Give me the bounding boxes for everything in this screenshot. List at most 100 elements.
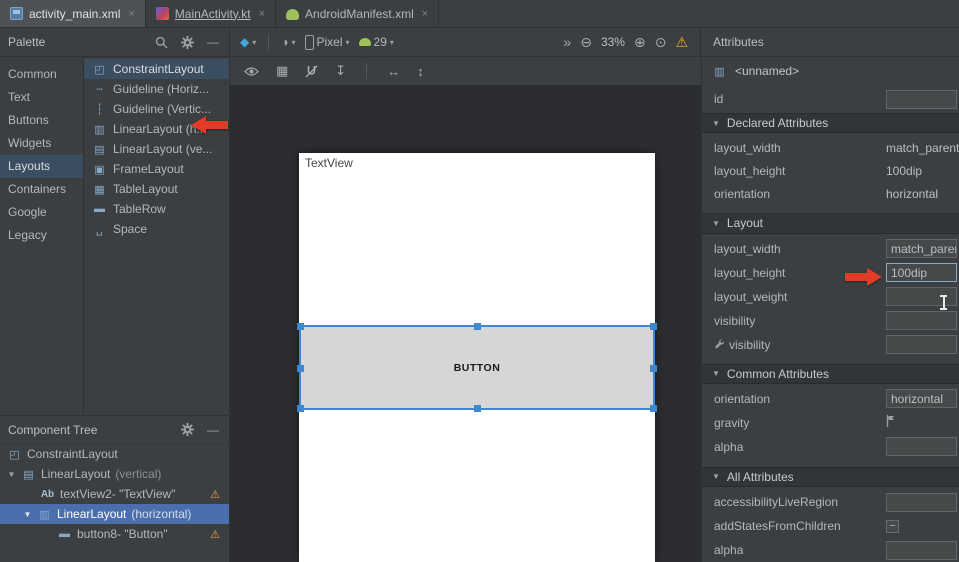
expand-arrow-icon[interactable]: ▼: [23, 510, 32, 519]
minimize-icon[interactable]: —: [207, 35, 219, 49]
selection-handle[interactable]: [474, 405, 481, 412]
device-canvas[interactable]: TextView BUTTON: [299, 153, 655, 562]
selected-linearlayout-widget[interactable]: BUTTON: [299, 325, 655, 410]
visibility-combo[interactable]: [886, 311, 957, 330]
close-tab-icon[interactable]: ×: [422, 8, 428, 20]
palette-category-common[interactable]: Common: [0, 63, 83, 86]
tools-visibility-combo[interactable]: [886, 335, 957, 354]
button-widget[interactable]: BUTTON: [454, 362, 501, 374]
alpha-input[interactable]: [886, 437, 957, 456]
attribute-value[interactable]: match_parent: [886, 141, 959, 155]
section-common-attributes[interactable]: ▼ Common Attributes: [702, 364, 959, 384]
chevron-down-icon: ▾: [292, 38, 296, 47]
palette-item-space[interactable]: ␣ Space: [84, 219, 229, 239]
guideline-horizontal-icon: ┄: [92, 83, 107, 96]
tree-item-constraintlayout[interactable]: ◰ ConstraintLayout: [0, 444, 229, 464]
id-input[interactable]: [886, 90, 957, 109]
warning-icon[interactable]: ⚠: [210, 488, 220, 501]
default-margins-icon[interactable]: ↧: [335, 63, 346, 79]
component-tree-title: Component Tree: [8, 423, 97, 437]
attribute-value[interactable]: horizontal: [886, 187, 938, 201]
palette-category-text[interactable]: Text: [0, 86, 83, 109]
warnings-icon[interactable]: ⚠: [675, 34, 688, 51]
selection-handle[interactable]: [650, 365, 657, 372]
tab-mainactivity-kt[interactable]: MainActivity.kt ×: [146, 0, 276, 27]
blueprint-mode-icon[interactable]: ▦: [276, 63, 288, 79]
selection-handle[interactable]: [650, 405, 657, 412]
add-states-from-children-checkbox[interactable]: –: [886, 520, 899, 533]
device-selector[interactable]: Pixel ▾: [305, 35, 350, 50]
minimize-icon[interactable]: —: [207, 423, 219, 437]
close-tab-icon[interactable]: ×: [128, 8, 134, 20]
main-area: Common Text Buttons Widgets Layouts Cont…: [0, 57, 959, 562]
expand-vertical-icon[interactable]: ↕: [417, 64, 424, 79]
tree-item-linearlayout-horizontal[interactable]: ▼ ▥ LinearLayout(horizontal): [0, 504, 229, 524]
selection-handle[interactable]: [474, 323, 481, 330]
search-icon[interactable]: [155, 36, 168, 49]
tab-activity-main-xml[interactable]: activity_main.xml ×: [0, 0, 146, 27]
attribute-name: visibility: [714, 338, 886, 352]
palette-item-tablelayout[interactable]: ▦ TableLayout: [84, 179, 229, 199]
flag-icon[interactable]: [886, 415, 895, 430]
align-horizontal-icon[interactable]: ↔: [387, 64, 400, 79]
palette-item-tablerow[interactable]: ▬ TableRow: [84, 199, 229, 219]
warning-icon[interactable]: ⚠: [210, 528, 220, 541]
expand-arrow-icon[interactable]: ▼: [7, 470, 16, 479]
palette-item-label: Space: [113, 222, 147, 236]
attribute-row: alpha: [702, 538, 959, 562]
palette-item-constraintlayout[interactable]: ◰ ConstraintLayout: [84, 59, 229, 79]
tree-item-linearlayout-vertical[interactable]: ▼ ▤ LinearLayout(vertical): [0, 464, 229, 484]
tree-item-textview2[interactable]: Ab textView2- "TextView" ⚠: [0, 484, 229, 504]
attribute-name: layout_height: [714, 164, 886, 178]
tree-item-button8[interactable]: ▬ button8- "Button" ⚠: [0, 524, 229, 544]
palette-category-widgets[interactable]: Widgets: [0, 132, 83, 155]
attributes-title: Attributes: [713, 35, 764, 49]
zoom-in-icon[interactable]: ⊕: [634, 34, 646, 51]
attribute-name: alpha: [714, 440, 886, 454]
palette-category-containers[interactable]: Containers: [0, 178, 83, 201]
palette-item-guideline-horizontal[interactable]: ┄ Guideline (Horiz...: [84, 79, 229, 99]
close-tab-icon[interactable]: ×: [259, 8, 265, 20]
header-row: Palette — ◆ ▾ ◑ ▾ Pixel ▾: [0, 28, 959, 57]
section-all-attributes[interactable]: ▼ All Attributes: [702, 467, 959, 487]
palette-item-linearlayout-vertical[interactable]: ▤ LinearLayout (ve...: [84, 139, 229, 159]
selection-handle[interactable]: [650, 323, 657, 330]
palette-item-label: ConstraintLayout: [113, 62, 204, 76]
accessibility-live-region-combo[interactable]: [886, 493, 957, 512]
common-attributes-group: orientation horizontal gravity alpha: [702, 384, 959, 459]
selected-component-row: ▥ <unnamed>: [702, 57, 959, 85]
alpha-input[interactable]: [886, 541, 957, 560]
palette-category-legacy[interactable]: Legacy: [0, 224, 83, 247]
view-options-icon[interactable]: [244, 66, 259, 77]
layout-width-combo[interactable]: match_parent: [886, 239, 957, 258]
orientation-combo[interactable]: horizontal: [886, 389, 957, 408]
selection-handle[interactable]: [297, 323, 304, 330]
tab-label: activity_main.xml: [29, 7, 120, 21]
attribute-name: visibility: [714, 314, 886, 328]
gear-icon[interactable]: [181, 423, 194, 436]
zoom-cluster: » ⊖ 33% ⊕ ⊙ ⚠: [563, 34, 688, 51]
design-surface[interactable]: ▦ ↧ ↔ ↕ TextView BUTTON: [230, 57, 701, 562]
section-declared-attributes[interactable]: ▼ Declared Attributes: [702, 113, 959, 133]
palette-item-framelayout[interactable]: ▣ FrameLayout: [84, 159, 229, 179]
tab-androidmanifest-xml[interactable]: AndroidManifest.xml ×: [276, 0, 439, 27]
theme-selector[interactable]: ◑ ▾: [281, 35, 295, 49]
palette-category-layouts[interactable]: Layouts: [0, 155, 83, 178]
toolbar-overflow-icon[interactable]: »: [563, 34, 571, 50]
selection-handle[interactable]: [297, 365, 304, 372]
palette-category-buttons[interactable]: Buttons: [0, 109, 83, 132]
zoom-level[interactable]: 33%: [601, 35, 625, 49]
layout-height-combo[interactable]: 100dip: [886, 263, 957, 282]
zoom-out-icon[interactable]: ⊖: [580, 34, 592, 51]
textview-widget[interactable]: TextView: [305, 156, 353, 170]
zoom-to-fit-icon[interactable]: ⊙: [655, 34, 667, 51]
api-level-selector[interactable]: 29 ▾: [359, 35, 394, 49]
selection-handle[interactable]: [297, 405, 304, 412]
framelayout-icon: ▣: [92, 163, 107, 176]
autoconnect-off-icon[interactable]: [305, 65, 318, 78]
gear-icon[interactable]: [181, 36, 194, 49]
section-layout[interactable]: ▼ Layout: [702, 213, 959, 233]
attribute-value[interactable]: 100dip: [886, 164, 922, 178]
palette-category-google[interactable]: Google: [0, 201, 83, 224]
design-surface-selector[interactable]: ◆ ▾: [240, 35, 256, 49]
